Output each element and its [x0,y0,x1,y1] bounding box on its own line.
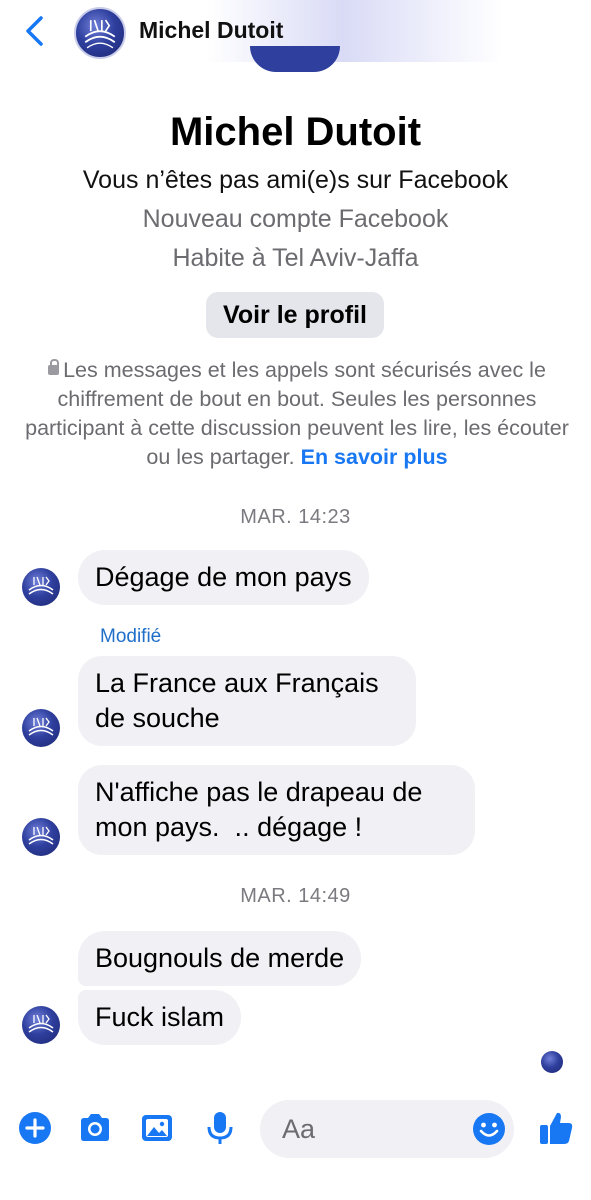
view-profile-button[interactable]: Voir le profil [206,292,384,338]
thumbs-up-icon[interactable] [537,1109,575,1147]
message-composer [0,1090,591,1170]
timestamp: MAR. 14:49 [240,885,351,907]
sender-avatar[interactable] [22,1006,60,1044]
avatar-logo-icon [28,826,54,845]
message-text-line: La France aux Français [95,668,379,698]
top-bar: Michel Dutoit [0,0,591,72]
avatar-logo-icon [28,576,54,595]
message-bubble[interactable]: N'affiche pas le drapeau de mon pays. ..… [78,765,475,855]
contact-avatar[interactable] [74,7,126,59]
location-text: Habite à Tel Aviv-Jaffa [172,244,419,272]
timestamp: MAR. 14:23 [240,506,351,528]
camera-icon[interactable] [77,1110,113,1146]
emoji-icon[interactable] [472,1112,506,1146]
avatar-logo-icon [28,1014,54,1033]
message-text: Dégage de mon pays [95,562,352,592]
message-text: Bougnouls de merde [95,943,345,973]
sender-avatar[interactable] [22,709,60,747]
friend-status: Vous n’êtes pas ami(e)s sur Facebook [82,166,509,194]
read-receipt-avatar [541,1051,563,1073]
message-bubble[interactable]: Bougnouls de merde [78,931,362,986]
message-bubble[interactable]: La France aux Français de souche [78,656,416,746]
message-text-line: de souche [95,703,220,733]
plus-circle-icon[interactable] [17,1110,53,1146]
image-icon[interactable] [139,1110,175,1146]
sender-avatar[interactable] [22,568,60,606]
contact-name[interactable]: Michel Dutoit [139,17,283,44]
encryption-notice-text: Les messages et les appels sont sécurisé… [25,358,569,469]
microphone-icon[interactable] [202,1110,238,1146]
chevron-left-icon[interactable] [20,14,50,48]
message-bubble[interactable]: Dégage de mon pays [78,550,369,605]
lock-icon [48,359,60,376]
account-note: Nouveau compte Facebook [142,205,449,233]
message-bubble[interactable]: Fuck islam [78,990,242,1045]
message-text-line: N'affiche pas le drapeau de [95,777,423,807]
avatar-logo-icon [84,19,116,49]
profile-avatar-edge [250,46,340,72]
encryption-notice: Les messages et les appels sont sécurisé… [22,356,572,472]
learn-more-link[interactable]: En savoir plus [301,445,448,469]
message-text-line: mon pays. .. dégage ! [95,812,363,842]
sender-avatar[interactable] [22,818,60,856]
message-text: Fuck islam [95,1002,225,1032]
profile-name: Michel Dutoit [169,110,422,154]
avatar-logo-icon [28,717,54,736]
edited-label: Modifié [100,626,162,647]
